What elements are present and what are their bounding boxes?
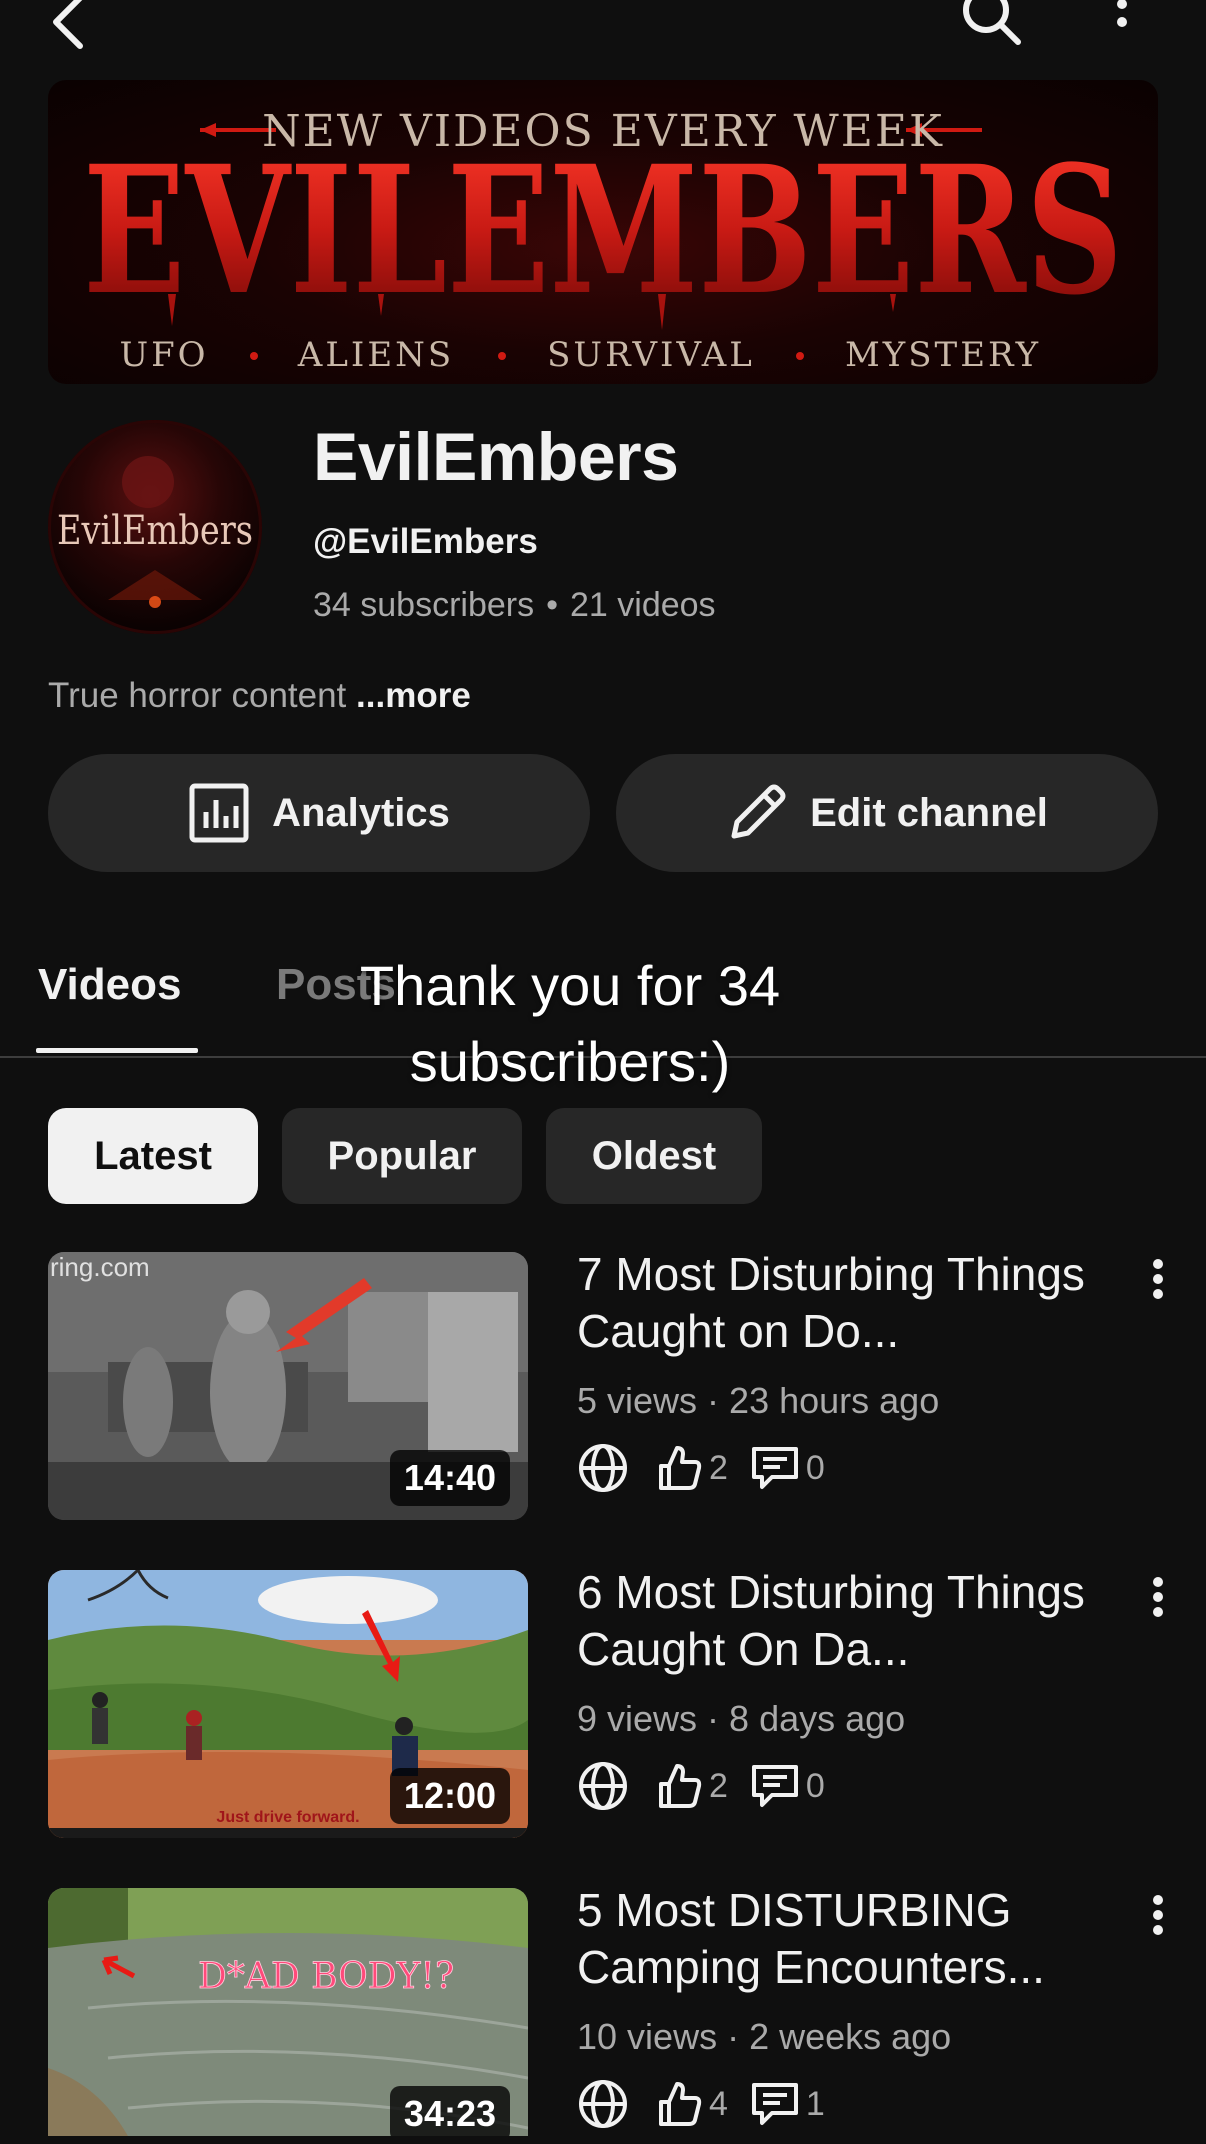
video-count: 21 videos	[570, 586, 716, 624]
comment-count: 0	[805, 1766, 825, 1805]
chip-popular[interactable]: Popular	[282, 1108, 522, 1204]
more-vert-icon	[1153, 1259, 1163, 1299]
avatar[interactable]: EvilEmbers	[48, 420, 262, 634]
edit-channel-label: Edit channel	[810, 790, 1048, 835]
banner-topic-3: SURVIVAL	[547, 335, 755, 375]
video-item[interactable]: Just drive forward. 12:00 6 Most Disturb…	[0, 1566, 1206, 1838]
comment-count: 1	[805, 2084, 825, 2123]
channel-name: EvilEmbers	[313, 419, 679, 495]
overlay-line-1: Thank you for 34	[359, 954, 781, 1017]
video-age: 2 weeks ago	[749, 2016, 952, 2057]
like-icon	[655, 1762, 703, 1810]
like-count: 2	[709, 1448, 728, 1487]
video-more-button[interactable]	[1140, 1888, 1176, 1948]
video-age: 8 days ago	[729, 1698, 906, 1739]
comment-icon	[750, 2079, 800, 2129]
video-more-button[interactable]	[1140, 1570, 1176, 1630]
video-age: 23 hours ago	[729, 1380, 940, 1421]
more-options-button[interactable]	[1100, 0, 1144, 46]
channel-description[interactable]: True horror content ...more	[48, 676, 471, 716]
bottom-edge	[0, 2136, 1206, 2144]
video-item[interactable]: D*AD BODY!? 34:23 5 Most DISTURBING Camp…	[0, 1884, 1206, 2144]
video-title[interactable]: 7 Most Disturbing Things Caught on Do...	[577, 1246, 1117, 1360]
video-views: 10 views	[577, 2016, 718, 2057]
video-duration: 34:23	[389, 2086, 510, 2142]
banner-art: NEW VIDEOS EVERY WEEK EVILEMBERS UFO ALI…	[83, 106, 1123, 375]
video-stats: 4 1	[577, 2078, 825, 2130]
stats-separator: •	[546, 586, 559, 624]
video-meta: 9 views · 8 days ago	[577, 1698, 906, 1739]
top-bar	[0, 0, 1206, 60]
like-count: 4	[709, 2084, 728, 2123]
overlay-caption: Thank you for 34 subscribers:)	[270, 948, 870, 1100]
search-button[interactable]	[958, 0, 1024, 48]
chip-oldest[interactable]: Oldest	[546, 1108, 762, 1204]
video-stats: 2 0	[577, 1760, 825, 1812]
back-button[interactable]	[44, 0, 94, 52]
avatar-logo: EvilEmbers	[57, 456, 253, 608]
more-vert-icon	[1153, 1895, 1163, 1935]
globe-icon	[577, 1442, 629, 1494]
video-more-button[interactable]	[1140, 1252, 1176, 1312]
video-duration: 14:40	[389, 1450, 510, 1506]
active-tab-indicator	[36, 1048, 198, 1053]
more-vert-icon	[1117, 0, 1127, 27]
video-item[interactable]: ring.com 14:40 7 Most Disturbing Things …	[0, 1248, 1206, 1520]
overlay-line-2: subscribers:)	[409, 1030, 731, 1093]
banner-topic-2: ALIENS	[297, 335, 454, 375]
channel-handle: @EvilEmbers	[313, 522, 538, 561]
video-title[interactable]: 5 Most DISTURBING Camping Encounters...	[577, 1882, 1117, 1996]
globe-icon	[577, 1760, 629, 1812]
video-thumbnail[interactable]: D*AD BODY!? 34:23	[48, 1888, 528, 2144]
subscriber-count: 34 subscribers	[313, 586, 535, 624]
chip-latest[interactable]: Latest	[48, 1108, 258, 1204]
banner-topic-1: UFO	[119, 335, 208, 375]
search-icon	[963, 0, 1021, 45]
channel-page: NEW VIDEOS EVERY WEEK EVILEMBERS UFO ALI…	[0, 0, 1206, 2144]
video-thumbnail[interactable]: ring.com 14:40	[48, 1252, 528, 1520]
chevron-left-icon	[53, 0, 83, 49]
video-meta: 5 views · 23 hours ago	[577, 1380, 940, 1421]
comment-icon	[750, 1443, 800, 1493]
video-thumbnail[interactable]: Just drive forward. 12:00	[48, 1570, 528, 1838]
banner-title: EVILEMBERS	[83, 127, 1123, 334]
analytics-label: Analytics	[272, 790, 450, 835]
avatar-text: EvilEmbers	[57, 508, 253, 554]
thumbnail-watermark: ring.com	[50, 1252, 150, 1282]
video-views: 9 views	[577, 1698, 698, 1739]
description-text: True horror content	[48, 676, 347, 715]
channel-banner[interactable]: NEW VIDEOS EVERY WEEK EVILEMBERS UFO ALI…	[48, 80, 1158, 384]
banner-topic-4: MYSTERY	[845, 335, 1041, 375]
more-vert-icon	[1153, 1577, 1163, 1617]
edit-channel-button[interactable]: Edit channel	[616, 754, 1158, 872]
thumbnail-subtitle: Just drive forward.	[216, 1809, 359, 1826]
pencil-icon	[731, 784, 786, 839]
channel-stats: 34 subscribers • 21 videos	[313, 586, 716, 625]
like-icon	[655, 1444, 703, 1492]
description-more-link[interactable]: ...more	[356, 676, 471, 715]
analytics-button[interactable]: Analytics	[48, 754, 590, 872]
like-count: 2	[709, 1766, 728, 1805]
video-views: 5 views	[577, 1380, 698, 1421]
video-stats: 2 0	[577, 1442, 825, 1494]
comment-icon	[750, 1761, 800, 1811]
analytics-icon	[189, 783, 249, 843]
globe-icon	[577, 2078, 629, 2130]
tab-videos[interactable]: Videos	[38, 960, 181, 1010]
like-icon	[655, 2080, 703, 2128]
thumbnail-caption: D*AD BODY!?	[198, 1956, 454, 1997]
video-duration: 12:00	[389, 1768, 510, 1824]
comment-count: 0	[805, 1448, 825, 1487]
video-meta: 10 views · 2 weeks ago	[577, 2016, 952, 2057]
video-title[interactable]: 6 Most Disturbing Things Caught On Da...	[577, 1564, 1117, 1678]
